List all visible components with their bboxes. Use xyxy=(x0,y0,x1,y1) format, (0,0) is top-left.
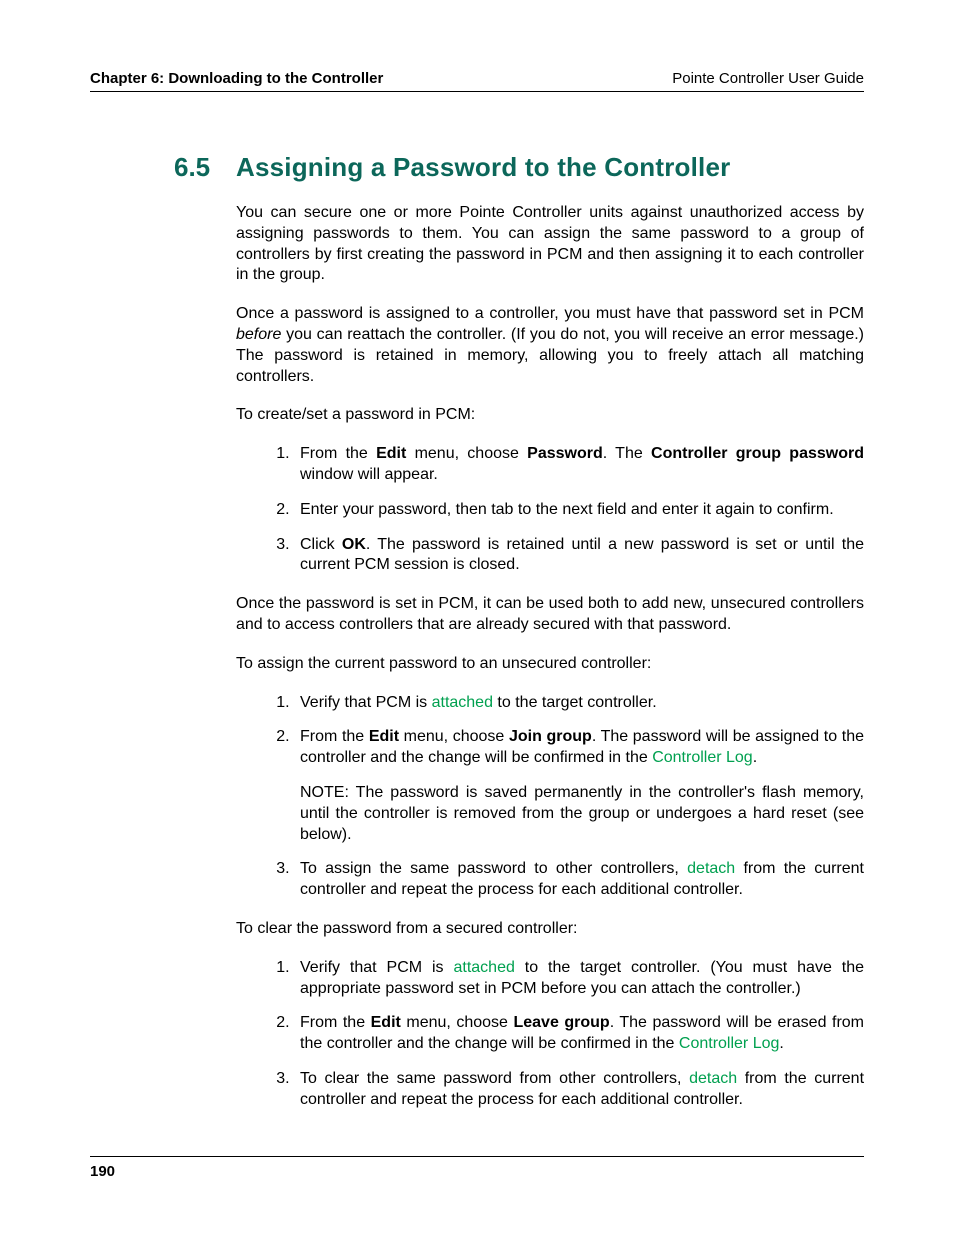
text: menu, choose xyxy=(401,1014,514,1031)
page: Chapter 6: Downloading to the Controller… xyxy=(0,0,954,1235)
bold-text: Edit xyxy=(371,1014,401,1031)
bold-text: Password xyxy=(527,445,603,462)
paragraph: To create/set a password in PCM: xyxy=(236,405,864,426)
text: window will appear. xyxy=(300,466,438,483)
text: to the target controller. xyxy=(493,694,657,711)
bold-text: Controller group password xyxy=(651,445,864,462)
page-number: 190 xyxy=(90,1163,115,1180)
note-block: NOTE: The password is saved permanently … xyxy=(300,783,864,845)
text: Verify that PCM is xyxy=(300,694,432,711)
page-footer: 190 xyxy=(90,1156,864,1180)
paragraph: Once a password is assigned to a control… xyxy=(236,304,864,387)
body-content: You can secure one or more Pointe Contro… xyxy=(236,203,864,1111)
section-number: 6.5 xyxy=(174,152,236,183)
text: To clear the same password from other co… xyxy=(300,1070,689,1087)
steps-list-clear: Verify that PCM is attached to the targe… xyxy=(236,958,864,1111)
text: . The password is retained until a new p… xyxy=(300,536,864,574)
paragraph: To assign the current password to an uns… xyxy=(236,654,864,675)
text: To assign the same password to other con… xyxy=(300,860,687,877)
link-controller-log[interactable]: Controller Log xyxy=(679,1035,780,1052)
text: Once a password is assigned to a control… xyxy=(236,305,864,322)
text: From the xyxy=(300,1014,371,1031)
text: Verify that PCM is xyxy=(300,959,453,976)
list-item: Enter your password, then tab to the nex… xyxy=(294,500,864,521)
section-title: Assigning a Password to the Controller xyxy=(236,152,730,183)
section-heading: 6.5 Assigning a Password to the Controll… xyxy=(174,152,864,183)
emphasis-text: before xyxy=(236,326,281,343)
header-chapter: Chapter 6: Downloading to the Controller xyxy=(90,70,383,87)
text: . The xyxy=(603,445,651,462)
text: . xyxy=(779,1035,783,1052)
link-detach[interactable]: detach xyxy=(687,860,735,877)
text: From the xyxy=(300,728,369,745)
text: From the xyxy=(300,445,376,462)
link-detach[interactable]: detach xyxy=(689,1070,737,1087)
bold-text: OK xyxy=(342,536,366,553)
text: . xyxy=(753,749,757,766)
text: menu, choose xyxy=(399,728,509,745)
list-item: From the Edit menu, choose Leave group. … xyxy=(294,1013,864,1055)
paragraph: Once the password is set in PCM, it can … xyxy=(236,594,864,636)
text: Click xyxy=(300,536,342,553)
steps-list-create: From the Edit menu, choose Password. The… xyxy=(236,444,864,576)
running-header: Chapter 6: Downloading to the Controller… xyxy=(90,70,864,92)
list-item: From the Edit menu, choose Join group. T… xyxy=(294,727,864,845)
list-item: From the Edit menu, choose Password. The… xyxy=(294,444,864,486)
list-item: Click OK. The password is retained until… xyxy=(294,535,864,577)
bold-text: Join group xyxy=(509,728,592,745)
bold-text: Edit xyxy=(369,728,399,745)
paragraph: To clear the password from a secured con… xyxy=(236,919,864,940)
bold-text: Edit xyxy=(376,445,406,462)
list-item: Verify that PCM is attached to the targe… xyxy=(294,693,864,714)
list-item: Verify that PCM is attached to the targe… xyxy=(294,958,864,1000)
link-attached[interactable]: attached xyxy=(432,694,493,711)
paragraph: You can secure one or more Pointe Contro… xyxy=(236,203,864,286)
list-item: To clear the same password from other co… xyxy=(294,1069,864,1111)
steps-list-assign: Verify that PCM is attached to the targe… xyxy=(236,693,864,901)
link-controller-log[interactable]: Controller Log xyxy=(652,749,753,766)
text: menu, choose xyxy=(406,445,527,462)
header-guide: Pointe Controller User Guide xyxy=(672,70,864,87)
list-item: To assign the same password to other con… xyxy=(294,859,864,901)
bold-text: Leave group xyxy=(513,1014,609,1031)
text: you can reattach the controller. (If you… xyxy=(236,326,864,385)
link-attached[interactable]: attached xyxy=(453,959,514,976)
